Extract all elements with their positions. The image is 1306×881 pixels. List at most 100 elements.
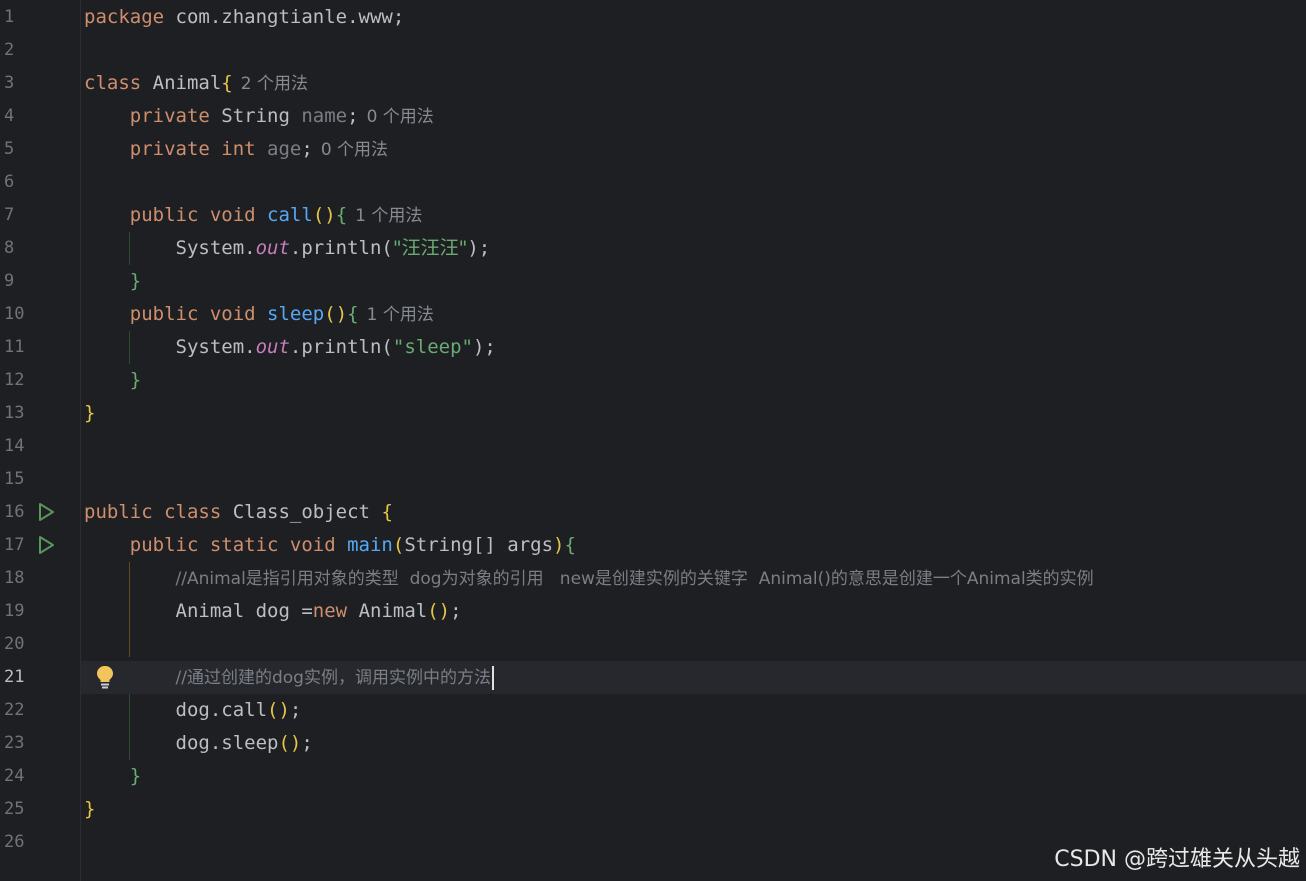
paren: () [312, 204, 336, 226]
static-field: out [255, 336, 290, 358]
text-caret [491, 665, 494, 690]
brace: { [347, 303, 359, 325]
comment: //Animal是指引用对象的类型 dog为对象的引用 new是创建实例的关键字… [175, 569, 1094, 589]
usage-hint[interactable]: 0 个用法 [321, 140, 388, 160]
semicolon: ; [289, 699, 302, 721]
line-number: 1 [4, 7, 15, 27]
string-literal: "sleep" [392, 336, 473, 358]
semicolon: ; [301, 732, 313, 754]
keyword: new [312, 600, 348, 622]
brace: { [335, 204, 348, 226]
system-ref: System. [175, 336, 256, 358]
line-number: 26 [4, 832, 25, 852]
keyword: class [84, 72, 142, 94]
line-number: 11 [4, 337, 25, 357]
line-number: 13 [4, 403, 25, 423]
line-number-current: 21 [4, 667, 25, 687]
code-line-4[interactable]: private String name; 0 个用法 [81, 100, 1306, 133]
code-line-9[interactable]: } [81, 265, 1306, 298]
semicolon: ; [301, 138, 313, 160]
keyword: private int [129, 138, 256, 160]
code-line-21[interactable]: //通过创建的dog实例，调用实例中的方法 [81, 661, 1306, 694]
line-number: 9 [4, 271, 15, 291]
usage-hint[interactable]: 2 个用法 [241, 74, 308, 94]
paren: () [427, 600, 451, 622]
code-line-23[interactable]: dog.sleep(); [81, 727, 1306, 760]
println-call: .println( [289, 237, 393, 259]
code-line-7[interactable]: public void call(){1 个用法 [81, 199, 1306, 232]
semicolon: ; [347, 105, 359, 127]
method-name: sleep [255, 303, 325, 325]
keyword: private [129, 105, 210, 127]
run-icon[interactable] [36, 502, 56, 522]
package-name: com.zhangtianle.www; [164, 6, 405, 28]
paren: () [267, 699, 290, 721]
code-line-1[interactable]: package com.zhangtianle.www; [81, 1, 1306, 34]
usage-hint[interactable]: 1 个用法 [367, 305, 434, 325]
brace: } [129, 369, 142, 391]
brace: { [381, 501, 393, 523]
code-line-5[interactable]: private int age; 0 个用法 [81, 133, 1306, 166]
brace: } [84, 402, 96, 424]
brace: } [129, 270, 142, 292]
usage-hint[interactable]: 0 个用法 [367, 107, 434, 127]
string-literal: "汪汪汪" [392, 237, 468, 259]
line-number: 7 [4, 205, 15, 225]
paren: () [324, 303, 348, 325]
code-editor[interactable]: package com.zhangtianle.www; class Anima… [81, 0, 1306, 881]
code-line-25[interactable]: } [81, 793, 1306, 826]
method-call: dog.sleep [175, 732, 279, 754]
line-number: 17 [4, 535, 25, 555]
method-call: dog.call [175, 699, 268, 721]
code-line-19[interactable]: Animal dog =new Animal(); [81, 595, 1306, 628]
static-field: out [255, 237, 290, 259]
brace: { [564, 534, 576, 556]
method-name: call [255, 204, 313, 226]
paren: ( [392, 534, 405, 556]
line-number: 15 [4, 469, 25, 489]
code-line-10[interactable]: public void sleep(){1 个用法 [81, 298, 1306, 331]
constructor-name: Animal [347, 600, 428, 622]
line-number: 25 [4, 799, 25, 819]
keyword: public void [129, 303, 256, 325]
field-name: age [255, 138, 302, 160]
line-number: 12 [4, 370, 25, 390]
declaration: Animal dog = [175, 600, 313, 622]
line-number: 19 [4, 601, 25, 621]
statement-end: ); [467, 237, 491, 259]
semicolon: ; [450, 600, 462, 622]
type-name: String [209, 105, 302, 127]
line-number: 22 [4, 700, 25, 720]
parameters: String[] args [404, 534, 554, 556]
code-line-13[interactable]: } [81, 397, 1306, 430]
line-number: 2 [4, 40, 15, 60]
line-number: 23 [4, 733, 25, 753]
line-number: 8 [4, 238, 15, 258]
usage-hint[interactable]: 1 个用法 [355, 206, 422, 226]
line-number: 4 [4, 106, 15, 126]
brace: { [221, 72, 233, 94]
brace: } [129, 765, 142, 787]
code-line-17[interactable]: public static void main(String[] args){ [81, 529, 1306, 562]
run-icon[interactable] [36, 535, 56, 555]
code-line-22[interactable]: dog.call(); [81, 694, 1306, 727]
code-line-11[interactable]: System.out.println("sleep"); [81, 331, 1306, 364]
class-name: Animal [141, 72, 222, 94]
comment: //通过创建的dog实例，调用实例中的方法 [175, 668, 491, 688]
code-line-8[interactable]: System.out.println("汪汪汪"); [81, 232, 1306, 265]
line-number: 3 [4, 73, 15, 93]
keyword: public class [84, 501, 222, 523]
code-line-16[interactable]: public class Class_object { [81, 496, 1306, 529]
code-line-3[interactable]: class Animal{2 个用法 [81, 67, 1306, 100]
system-ref: System. [175, 237, 256, 259]
line-number: 10 [4, 304, 25, 324]
code-line-18[interactable]: //Animal是指引用对象的类型 dog为对象的引用 new是创建实例的关键字… [81, 562, 1306, 595]
code-line-24[interactable]: } [81, 760, 1306, 793]
line-number: 16 [4, 502, 25, 522]
class-name: Class_object [221, 501, 382, 523]
line-number: 14 [4, 436, 25, 456]
brace: } [84, 798, 96, 820]
line-number: 18 [4, 568, 25, 588]
code-line-12[interactable]: } [81, 364, 1306, 397]
line-number: 6 [4, 172, 15, 192]
